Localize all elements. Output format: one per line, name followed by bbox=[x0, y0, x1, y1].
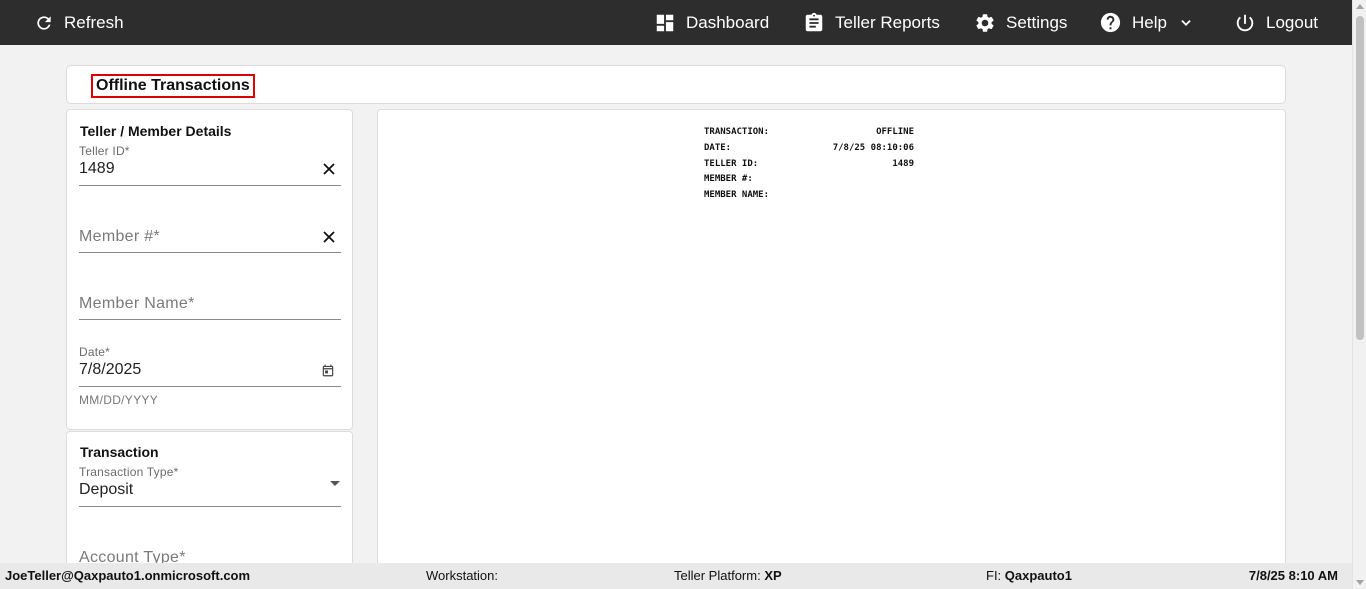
teller-reports-label: Teller Reports bbox=[835, 12, 940, 32]
receipt-label: TRANSACTION: bbox=[704, 127, 770, 137]
refresh-button[interactable]: Refresh bbox=[34, 0, 124, 45]
fi-value: Qaxpauto1 bbox=[1004, 568, 1072, 583]
help-icon bbox=[1100, 12, 1121, 33]
receipt-preview: TRANSACTION: OFFLINE DATE: 7/8/25 08:10:… bbox=[704, 125, 914, 204]
teller-reports-button[interactable]: Teller Reports bbox=[803, 0, 940, 45]
receipt-label: MEMBER #: bbox=[704, 174, 753, 185]
workstation-label: Workstation: bbox=[426, 568, 499, 583]
logout-label: Logout bbox=[1266, 12, 1318, 32]
calendar-icon[interactable] bbox=[321, 363, 335, 378]
transaction-card: Transaction Transaction Type* Deposit Ac… bbox=[66, 431, 353, 571]
details-heading: Teller / Member Details bbox=[80, 123, 232, 139]
member-name-field[interactable]: Member Name* bbox=[79, 295, 341, 321]
dashboard-button[interactable]: Dashboard bbox=[654, 0, 769, 45]
status-fi: FI: Qaxpauto1 bbox=[986, 568, 1072, 583]
member-name-underline bbox=[79, 319, 341, 320]
dashboard-label: Dashboard bbox=[686, 12, 770, 32]
receipt-row: TRANSACTION: OFFLINE bbox=[704, 125, 914, 141]
date-format-hint: MM/DD/YYYY bbox=[79, 393, 159, 407]
page-title: Offline Transactions bbox=[91, 74, 255, 98]
receipt-row: MEMBER NAME: bbox=[704, 188, 914, 204]
close-icon[interactable] bbox=[323, 163, 335, 175]
settings-label: Settings bbox=[1006, 12, 1068, 32]
refresh-label: Refresh bbox=[64, 12, 124, 32]
transaction-type-select[interactable]: Transaction Type* Deposit bbox=[79, 465, 341, 507]
member-name-placeholder: Member Name* bbox=[79, 295, 195, 312]
top-navigation-bar: Refresh Dashboard Teller Reports Setting… bbox=[0, 0, 1366, 45]
gear-icon bbox=[976, 13, 994, 32]
receipt-value: 7/8/25 08:10:06 bbox=[832, 142, 914, 153]
help-label: Help bbox=[1132, 12, 1167, 32]
vertical-scrollbar[interactable] bbox=[1352, 0, 1366, 589]
scroll-down-icon[interactable] bbox=[1356, 580, 1364, 585]
teller-id-value: 1489 bbox=[79, 160, 115, 177]
date-field[interactable]: Date* 7/8/2025 bbox=[79, 345, 341, 387]
member-number-field[interactable]: Member #* bbox=[79, 228, 341, 254]
transaction-type-label: Transaction Type* bbox=[79, 465, 179, 479]
transaction-type-value: Deposit bbox=[79, 481, 134, 498]
status-bar: JoeTeller@Qaxpauto1.onmicrosoft.com Work… bbox=[0, 563, 1352, 589]
status-user: JoeTeller@Qaxpauto1.onmicrosoft.com bbox=[5, 568, 251, 583]
transaction-heading: Transaction bbox=[80, 444, 159, 460]
member-number-placeholder: Member #* bbox=[79, 228, 160, 245]
dropdown-arrow-icon bbox=[330, 481, 340, 486]
member-number-underline bbox=[79, 252, 341, 253]
status-workstation: Workstation: bbox=[426, 568, 498, 583]
scroll-up-icon[interactable] bbox=[1356, 4, 1364, 9]
date-underline bbox=[79, 386, 341, 387]
power-icon bbox=[1236, 14, 1254, 31]
receipt-label: MEMBER NAME: bbox=[704, 190, 770, 201]
receipt-row: DATE: 7/8/25 08:10:06 bbox=[704, 141, 914, 157]
teller-id-label: Teller ID* bbox=[79, 144, 130, 158]
page-title-card: Offline Transactions bbox=[66, 65, 1286, 104]
chevron-down-icon bbox=[1181, 19, 1191, 26]
status-platform: Teller Platform: XP bbox=[674, 568, 782, 583]
receipt-label: DATE: bbox=[704, 142, 732, 153]
receipt-row: MEMBER #: bbox=[704, 172, 914, 188]
date-label: Date* bbox=[79, 345, 111, 359]
close-icon[interactable] bbox=[323, 231, 335, 243]
refresh-icon bbox=[37, 15, 51, 30]
receipt-preview-card: TRANSACTION: OFFLINE DATE: 7/8/25 08:10:… bbox=[377, 109, 1286, 571]
receipt-label: TELLER ID: bbox=[704, 158, 759, 169]
receipt-value: OFFLINE bbox=[876, 127, 914, 137]
platform-value: XP bbox=[764, 568, 782, 583]
settings-button[interactable]: Settings bbox=[974, 0, 1067, 45]
receipt-row: TELLER ID: 1489 bbox=[704, 157, 914, 173]
transaction-type-underline bbox=[79, 506, 341, 507]
platform-label: Teller Platform: bbox=[674, 568, 761, 583]
help-menu-button[interactable]: Help bbox=[1099, 0, 1193, 45]
clipboard-icon bbox=[805, 12, 823, 31]
receipt-value: 1489 bbox=[892, 158, 914, 169]
status-datetime: 7/8/25 8:10 AM bbox=[1248, 568, 1338, 583]
teller-id-field[interactable]: Teller ID* 1489 bbox=[79, 144, 341, 186]
teller-id-underline bbox=[79, 185, 341, 186]
logout-button[interactable]: Logout bbox=[1234, 0, 1318, 45]
date-value: 7/8/2025 bbox=[79, 361, 142, 378]
dashboard-icon bbox=[656, 14, 674, 31]
fi-label: FI: bbox=[986, 568, 1002, 583]
teller-member-details-card: Teller / Member Details Teller ID* 1489 … bbox=[66, 109, 353, 430]
scroll-thumb[interactable] bbox=[1356, 16, 1364, 340]
